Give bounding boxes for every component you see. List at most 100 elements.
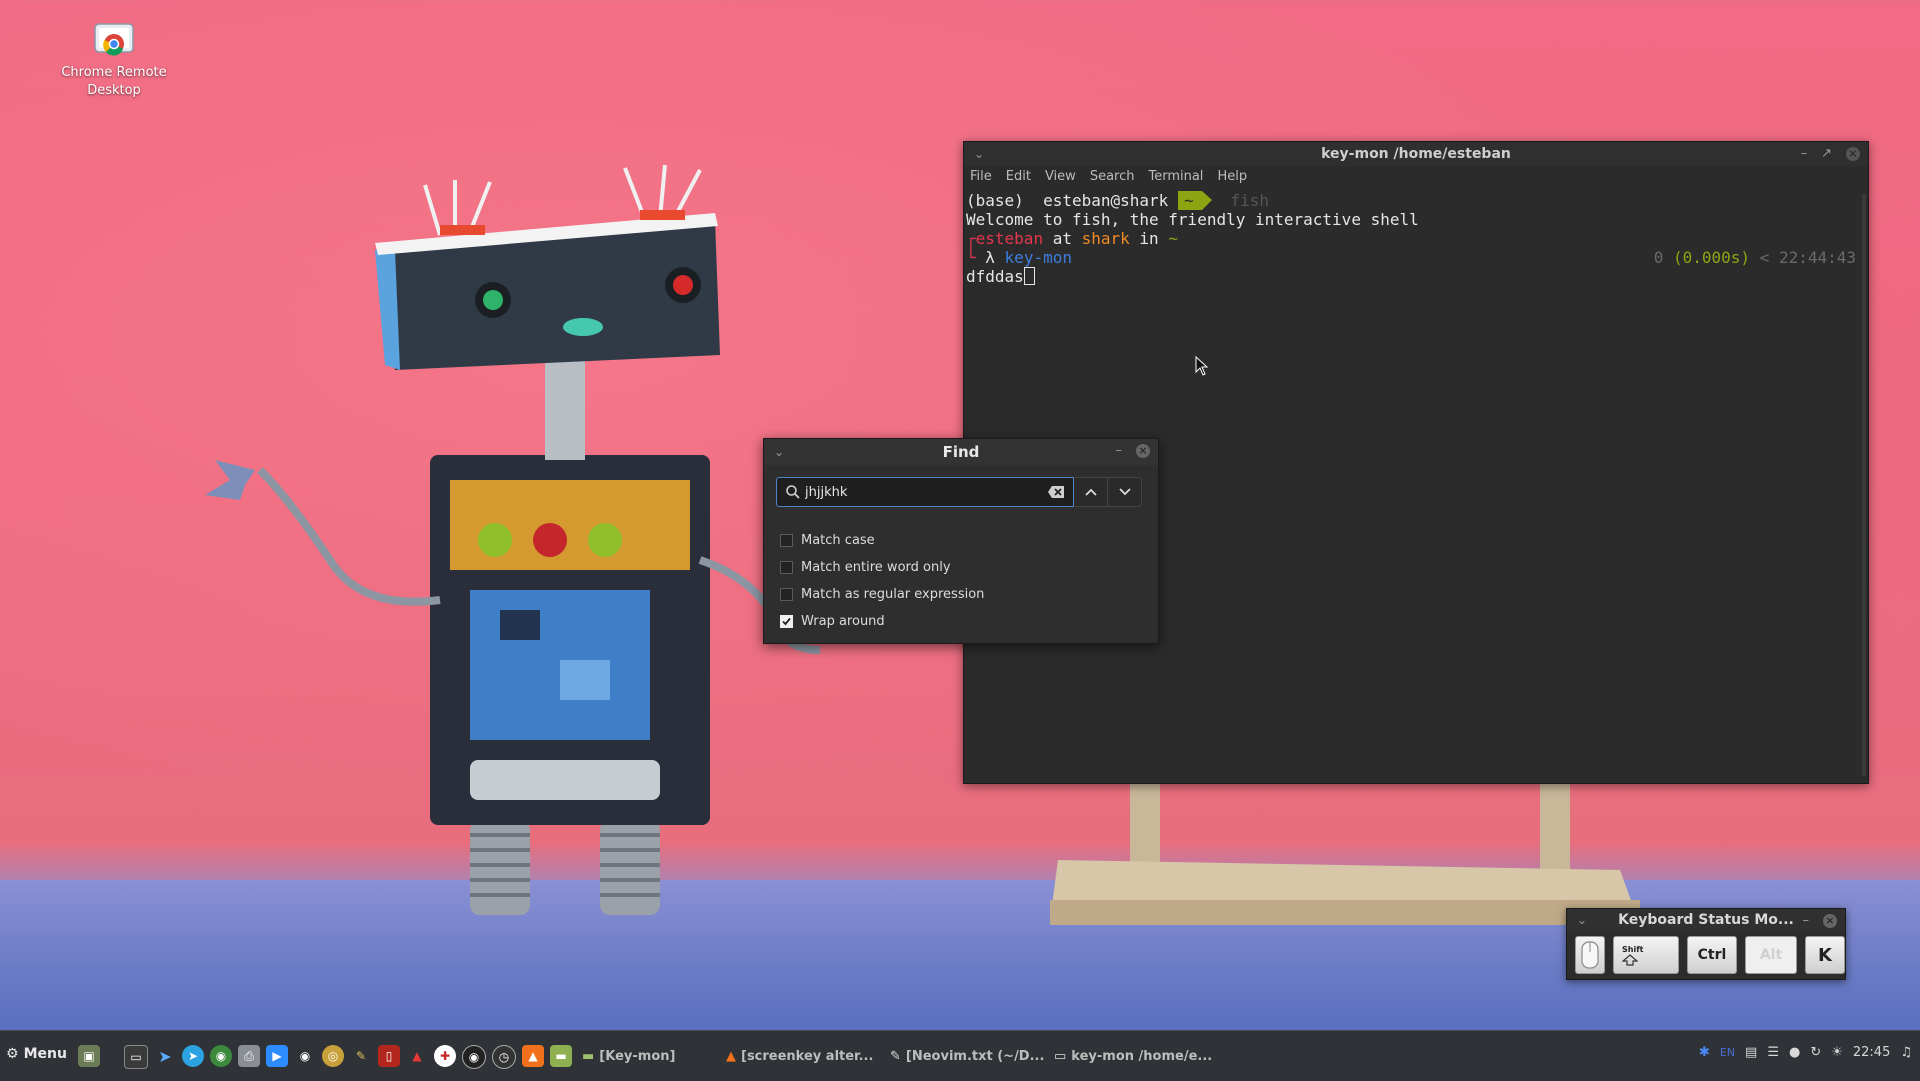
menu-search[interactable]: Search (1090, 166, 1143, 188)
menu-file[interactable]: File (970, 166, 1000, 188)
command-duration: (0.000s) (1672, 248, 1751, 267)
telegram-icon[interactable]: ➤ (182, 1045, 204, 1067)
menu-help[interactable]: Help (1217, 166, 1255, 188)
separator (106, 1045, 118, 1067)
start-menu-button[interactable]: ⚙ Menu (6, 1046, 67, 1062)
browser-globe-icon[interactable]: ◉ (210, 1045, 232, 1067)
show-desktop-icon[interactable]: ▣ (78, 1045, 100, 1067)
minimize-icon[interactable]: – (1116, 438, 1123, 464)
option-match-regex[interactable]: Match as regular expression (780, 581, 984, 608)
wrap-around-label: Wrap around (801, 614, 885, 629)
keyboard-layout-indicator[interactable]: EN (1720, 1046, 1735, 1059)
desktop-icon-chrome-remote-desktop[interactable]: Chrome Remote Desktop (58, 22, 170, 100)
terminal-line-input: dfddas (966, 267, 1866, 286)
zoom-icon[interactable]: ▶ (266, 1045, 288, 1067)
task-list: ▬ [Key-mon] ▲ [screenkey alter... ✎ [Neo… (582, 1045, 1218, 1067)
task-key-mon-folder[interactable]: ▬ [Key-mon] (582, 1045, 746, 1067)
window-menu-chevron-icon[interactable]: ⌄ (1577, 909, 1587, 931)
terminal-line-command: └ λ key-mon 0 (0.000s) < 22:44:43 (966, 248, 1856, 267)
find-previous-button[interactable] (1074, 477, 1108, 507)
shift-arrow-icon (1622, 953, 1638, 966)
user-icon[interactable]: ● (1789, 1045, 1800, 1060)
music-icon[interactable]: ♫ (1900, 1045, 1912, 1060)
task-terminal[interactable]: ▭ key-mon /home/e... (1054, 1045, 1218, 1067)
find-titlebar[interactable]: ⌄ Find – × (764, 439, 1158, 465)
minimize-icon[interactable]: – (1803, 910, 1810, 932)
match-entire-word-label: Match entire word only (801, 560, 951, 575)
terminal-input-text: dfddas (966, 267, 1024, 286)
chrome-remote-desktop-icon (93, 22, 135, 60)
mouse-indicator (1575, 936, 1605, 974)
brightness-icon[interactable]: ☀ (1831, 1045, 1843, 1060)
shift-key-indicator: Shift (1613, 936, 1679, 974)
arrow-launcher-icon[interactable]: ➤ (154, 1045, 176, 1067)
prompt-dir-segment: ~ (1177, 191, 1212, 210)
desktop-icon-label: Chrome Remote Desktop (61, 65, 167, 98)
terminal-output[interactable]: (base) esteban@shark ~ fish Welcome to f… (964, 188, 1868, 289)
printer-icon[interactable]: ⎙ (238, 1045, 260, 1067)
window-menu-chevron-icon[interactable]: ⌄ (974, 142, 984, 166)
files-icon[interactable]: ▬ (550, 1045, 572, 1067)
clock-app-icon[interactable]: ◷ (492, 1045, 516, 1069)
obs-icon[interactable]: ◉ (462, 1045, 486, 1069)
find-dialog[interactable]: ⌄ Find – × jhjjkhk Match case Match enti… (763, 438, 1159, 644)
close-icon[interactable]: × (1136, 444, 1150, 458)
triangle-app-icon[interactable]: ▲ (406, 1045, 428, 1067)
prompt-time: < 22:44:43 (1759, 248, 1856, 267)
lifebuoy-icon[interactable]: ✚ (434, 1045, 456, 1067)
terminal-titlebar[interactable]: ⌄ key-mon /home/esteban – ↗ × (964, 142, 1868, 166)
menu-terminal[interactable]: Terminal (1148, 166, 1211, 188)
pen-icon[interactable]: ✎ (350, 1045, 372, 1067)
close-icon[interactable]: × (1823, 914, 1837, 928)
pdf-icon[interactable]: ▯ (378, 1045, 400, 1067)
text-editor-icon: ✎ (890, 1048, 901, 1064)
match-case-label: Match case (801, 533, 875, 548)
terminal-cursor (1023, 267, 1035, 285)
keyboard-status-monitor-window[interactable]: ⌄ Keyboard Status Mo... – × Shift Ctrl A… (1566, 908, 1846, 980)
taskbar: ⚙ Menu ▣ ▭ ➤ ➤ ◉ ⎙ ▶ ◉ ◎ ✎ ▯ ▲ ✚ ◉ ◷ ▲ ▬… (0, 1030, 1920, 1081)
prompt2-user: esteban (975, 229, 1044, 248)
match-regex-checkbox[interactable] (780, 588, 793, 601)
webcam-icon[interactable]: ◉ (294, 1045, 316, 1067)
terminal-line-prompt: (base) esteban@shark ~ fish (966, 191, 1866, 210)
prompt-command: fish (1220, 191, 1270, 210)
prompt2-host: shark (1081, 229, 1130, 248)
mouse-icon (1581, 941, 1599, 969)
conda-env-label: (base) (966, 191, 1024, 210)
bluetooth-icon[interactable]: ✱ (1699, 1045, 1710, 1060)
minimize-icon[interactable]: – (1801, 142, 1808, 166)
option-wrap-around[interactable]: Wrap around (780, 608, 984, 635)
clipboard-icon[interactable]: ▤ (1745, 1045, 1757, 1060)
menu-label: Menu (23, 1046, 67, 1062)
task-neovim[interactable]: ✎ [Neovim.txt (~/D... (890, 1045, 1054, 1067)
window-menu-chevron-icon[interactable]: ⌄ (774, 439, 784, 465)
match-case-checkbox[interactable] (780, 534, 793, 547)
option-match-entire-word[interactable]: Match entire word only (780, 554, 984, 581)
clear-text-icon[interactable] (1047, 485, 1065, 499)
task-label: [Neovim.txt (~/D... (905, 1048, 1045, 1064)
disk-icon[interactable]: ◎ (322, 1045, 344, 1067)
maximize-icon[interactable]: ↗ (1821, 142, 1832, 166)
find-search-field[interactable] (776, 477, 1074, 507)
task-label: [Key-mon] (599, 1048, 676, 1064)
brave-icon[interactable]: ▲ (522, 1045, 544, 1067)
option-match-case[interactable]: Match case (780, 527, 984, 554)
wrap-around-checkbox[interactable] (780, 615, 793, 628)
find-search-input[interactable] (805, 483, 1035, 501)
menu-edit[interactable]: Edit (1006, 166, 1039, 188)
updates-icon[interactable]: ↻ (1810, 1045, 1821, 1060)
kbd-titlebar[interactable]: ⌄ Keyboard Status Mo... – × (1567, 909, 1845, 931)
find-next-button[interactable] (1108, 477, 1142, 507)
network-icon[interactable]: ☰ (1767, 1045, 1779, 1060)
close-icon[interactable]: × (1846, 147, 1860, 161)
terminal-line-welcome: Welcome to fish, the friendly interactiv… (966, 210, 1419, 229)
terminal-scrollbar[interactable] (1862, 194, 1866, 776)
menu-view[interactable]: View (1045, 166, 1084, 188)
prompt2-at: at (1043, 229, 1082, 248)
clock[interactable]: 22:45 (1853, 1045, 1890, 1060)
task-screenkey-brave[interactable]: ▲ [screenkey alter... (726, 1045, 890, 1067)
match-entire-word-checkbox[interactable] (780, 561, 793, 574)
prompt3-command: key-mon (1004, 248, 1072, 267)
terminal-launcher-icon[interactable]: ▭ (124, 1045, 148, 1069)
alt-key-indicator: Alt (1745, 936, 1797, 974)
